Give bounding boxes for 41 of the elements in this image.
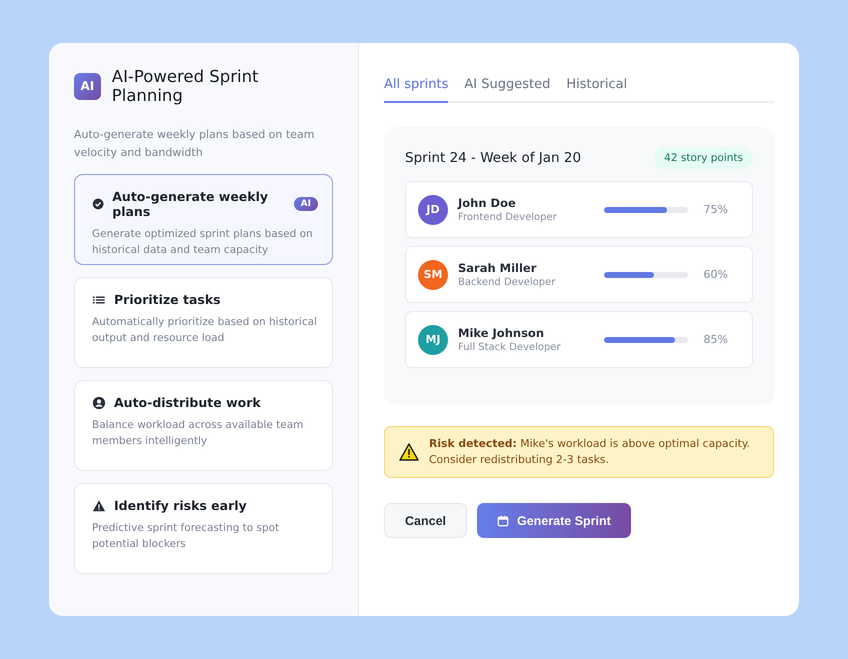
avatar: JD bbox=[418, 194, 448, 224]
feature-card[interactable]: Auto-distribute work Balance workload across available team members intelligently bbox=[74, 380, 333, 471]
cancel-button[interactable]: Cancel bbox=[384, 503, 467, 538]
feature-title: Identify risks early bbox=[114, 498, 247, 513]
member-name: Sarah Miller bbox=[458, 261, 538, 275]
feature-title: Prioritize tasks bbox=[114, 292, 221, 307]
logo-badge: AI bbox=[74, 72, 101, 100]
feature-description: Automatically prioritize based on historical output and resource load bbox=[92, 315, 318, 346]
feature-card[interactable]: Prioritize tasks Automatically prioritize based on historical output and resource load bbox=[74, 277, 333, 368]
ai-badge: AI bbox=[294, 197, 318, 211]
workload-percent: 85% bbox=[702, 333, 728, 346]
check-circle-icon bbox=[92, 197, 104, 211]
member-role: Full Stack Developer bbox=[458, 342, 562, 353]
member-role: Frontend Developer bbox=[458, 212, 558, 223]
feature-title: Auto-distribute work bbox=[114, 395, 261, 410]
avatar: SM bbox=[418, 260, 448, 290]
warning-icon bbox=[399, 443, 419, 461]
avatar: MJ bbox=[418, 324, 448, 354]
feature-description: Generate optimized sprint plans based on historical data and team capacity bbox=[92, 227, 314, 258]
warning-icon bbox=[92, 498, 106, 512]
calendar-icon bbox=[497, 514, 509, 526]
member-name: Mike Johnson bbox=[458, 326, 546, 340]
feature-title: Auto-generate weekly plans bbox=[112, 189, 270, 219]
feature-card[interactable]: Identify risks early Predictive sprint forecasting to spot potential blockers bbox=[74, 483, 333, 574]
member-name: John Doe bbox=[458, 196, 517, 210]
tab[interactable]: All sprints bbox=[384, 73, 448, 103]
feature-card[interactable]: Auto-generate weekly plans AI Generate optimized sprint plans based on historical data and team capacity bbox=[74, 174, 333, 265]
app-title: AI-Powered Sprint Planning bbox=[112, 67, 260, 105]
workload-percent: 75% bbox=[702, 203, 728, 216]
feature-description: Predictive sprint forecasting to spot potential blockers bbox=[92, 521, 280, 552]
generate-sprint-button[interactable]: Generate Sprint bbox=[477, 503, 631, 538]
user-circle-icon bbox=[92, 396, 106, 410]
tab[interactable]: AI Suggested bbox=[464, 73, 550, 103]
story-points-badge: 42 story points bbox=[654, 147, 753, 169]
sprint-title: Sprint 24 - Week of Jan 20 bbox=[405, 150, 582, 166]
alert-message: Risk detected: Mike's workload is above optimal capacity. Consider redistributing 2-3 tasks. bbox=[429, 436, 752, 468]
feature-description: Balance workload across available team members intelligently bbox=[92, 418, 304, 449]
workload-percent: 60% bbox=[702, 268, 728, 281]
subtitle: Auto-generate weekly plans based on team velocity and bandwidth bbox=[74, 127, 316, 161]
tab[interactable]: Historical bbox=[566, 73, 628, 103]
member-role: Backend Developer bbox=[458, 277, 556, 288]
